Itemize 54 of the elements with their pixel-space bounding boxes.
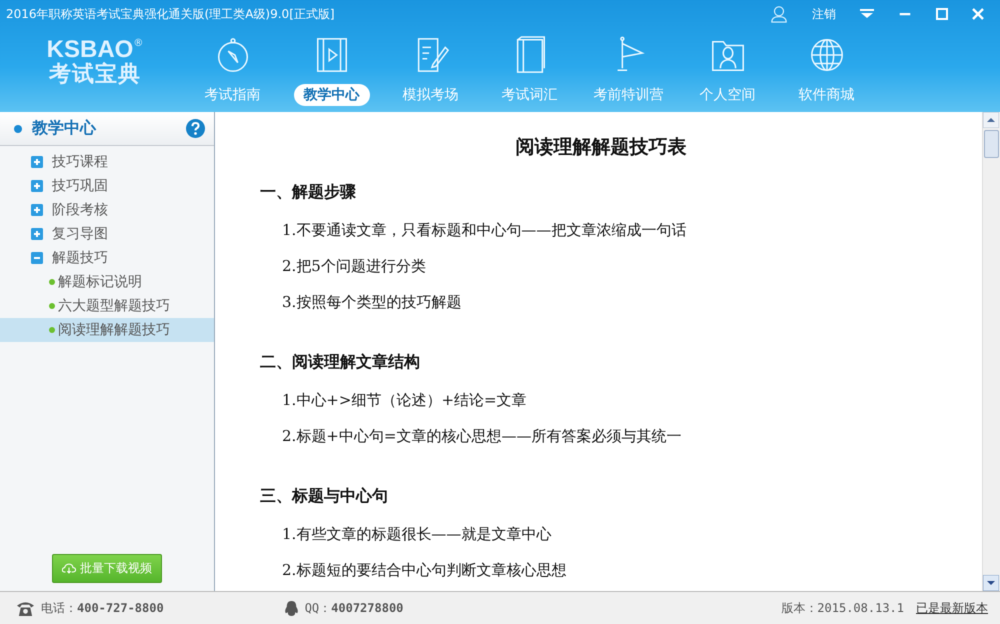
scroll-thumb[interactable]: [984, 130, 999, 158]
expand-icon[interactable]: [31, 156, 43, 168]
nav-tab[interactable]: 教学中心: [294, 84, 370, 106]
version-text: 版本：2015.08.13.1: [781, 600, 904, 616]
phone-icon: [16, 600, 35, 616]
bullet-icon: [14, 124, 22, 132]
tree-item[interactable]: 解题技巧: [52, 249, 108, 267]
logo-text: KSBAO: [46, 38, 134, 62]
cloud-download-icon: [62, 563, 76, 574]
tree-subitem[interactable]: 解题标记说明: [0, 270, 214, 294]
tree-item[interactable]: 阶段考核: [52, 201, 108, 219]
help-icon[interactable]: [186, 119, 205, 138]
penguin-icon: [284, 600, 299, 616]
phone-number: 400-727-8800: [77, 601, 164, 615]
document-line: 1.不要通读文章，只看标题和中心句——把文章浓缩成一句话: [282, 221, 688, 240]
window-title: 2016年职称英语考试宝典强化通关版(理工类A级)9.0[正式版]: [6, 6, 335, 22]
section-heading: 二、阅读理解文章结构: [260, 352, 421, 373]
document-line: 1.中心+>细节（论述）+结论=文章: [282, 391, 528, 410]
qq-label: QQ：: [304, 600, 332, 616]
scroll-up-icon[interactable]: [983, 112, 999, 128]
sidebar-title: 教学中心: [32, 118, 98, 139]
bullet-icon: [49, 303, 55, 309]
tree-subitem[interactable]: 六大题型解题技巧: [0, 294, 214, 318]
dropdown-icon[interactable]: [860, 9, 874, 19]
document-line: 3.按照每个类型的技巧解题: [282, 293, 462, 312]
registered-mark: ®: [133, 38, 144, 49]
phone-label: 电话：: [41, 600, 77, 616]
tree-item[interactable]: 技巧课程: [52, 153, 108, 171]
tree-item[interactable]: 技巧巩固: [52, 177, 108, 195]
close-icon[interactable]: [972, 8, 984, 20]
tree-subitem[interactable]: 阅读理解解题技巧: [0, 318, 214, 342]
scroll-down-icon[interactable]: [983, 575, 999, 591]
logo-subtitle: 考试宝典: [49, 62, 141, 88]
maximize-icon[interactable]: [936, 8, 948, 20]
tree-item[interactable]: 复习导图: [52, 225, 108, 243]
bullet-icon: [49, 279, 55, 285]
scrollbar[interactable]: [982, 112, 1000, 591]
qq-number: 4007278800: [331, 601, 404, 615]
document-title: 阅读理解解题技巧表: [514, 135, 688, 160]
expand-icon[interactable]: [31, 180, 43, 192]
bullet-icon: [49, 327, 55, 333]
expand-icon[interactable]: [31, 204, 43, 216]
collapse-icon[interactable]: [31, 252, 43, 264]
document-line: 2.标题+中心句=文章的核心思想——所有答案必须与其统一: [282, 427, 682, 446]
expand-icon[interactable]: [31, 228, 43, 240]
document-line: 2.标题短的要结合中心句判断文章核心思想: [282, 561, 568, 580]
section-heading: 三、标题与中心句: [260, 486, 389, 507]
logout-link[interactable]: 注销: [812, 6, 836, 22]
section-heading: 一、解题步骤: [260, 182, 357, 203]
update-status-link[interactable]: 已是最新版本: [916, 600, 988, 616]
user-icon[interactable]: [770, 5, 788, 23]
document-line: 1.有些文章的标题很长——就是文章中心: [282, 525, 552, 544]
document-line: 2.把5个问题进行分类: [282, 257, 427, 276]
minimize-icon[interactable]: [898, 12, 912, 16]
